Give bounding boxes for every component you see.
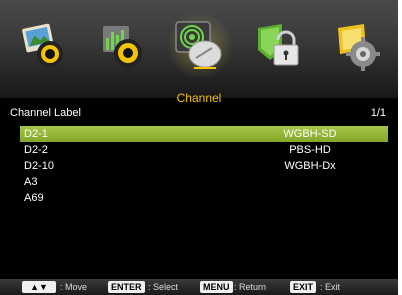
channel-number: D2-10 [24, 160, 54, 172]
channel-label: WGBH-SD [283, 128, 337, 140]
enter-key: ENTER [108, 281, 145, 293]
exit-key: EXIT [290, 281, 317, 293]
sound-icon [103, 26, 142, 67]
tab-setup[interactable] [322, 12, 390, 80]
channel-row[interactable]: D2-1 WGBH-SD [20, 126, 388, 142]
channel-number: A3 [24, 176, 38, 188]
tab-sound[interactable] [89, 12, 157, 80]
list-header: Channel Label 1/1 [0, 106, 398, 121]
tab-picture[interactable] [10, 12, 78, 80]
lock-icon [258, 24, 299, 66]
exit-hint: : Exit [320, 282, 341, 292]
tab-lock[interactable] [244, 12, 312, 80]
channel-row[interactable]: A69 [20, 190, 388, 206]
channel-number: D2-1 [24, 128, 48, 140]
channel-label: PBS-HD [289, 144, 331, 156]
select-hint: : Select [148, 282, 179, 292]
channel-number: D2-2 [24, 144, 48, 156]
picture-icon [22, 23, 63, 67]
key-hint-bar: ▲▼ : Move ENTER : Select MENU : Return E… [0, 279, 398, 295]
gear-icon [338, 24, 380, 71]
tv-menu-screen: Channel Channel Label 1/1 D2-1 WGBH-SD D… [0, 0, 398, 295]
return-hint: : Return [234, 282, 267, 292]
tab-channel[interactable] [166, 12, 234, 80]
channel-label: WGBH-Dx [284, 160, 336, 172]
move-hint: : Move [60, 282, 88, 292]
channel-row[interactable]: A3 [20, 174, 388, 190]
menu-key: MENU [200, 281, 233, 293]
up-down-arrow-key: ▲▼ [22, 281, 56, 293]
channel-list: D2-1 WGBH-SD D2-2 PBS-HD D2-10 WGBH-Dx A… [20, 126, 388, 206]
list-header-label: Channel Label [10, 107, 81, 119]
satellite-dish-icon [175, 21, 222, 69]
channel-row[interactable]: D2-10 WGBH-Dx [20, 158, 388, 174]
screen-edge [398, 0, 402, 295]
menu-icon-bar [0, 0, 398, 98]
page-indicator: 1/1 [370, 107, 386, 119]
menu-section-title: Channel [176, 91, 222, 105]
channel-number: A69 [24, 192, 44, 204]
channel-row[interactable]: D2-2 PBS-HD [20, 142, 388, 158]
